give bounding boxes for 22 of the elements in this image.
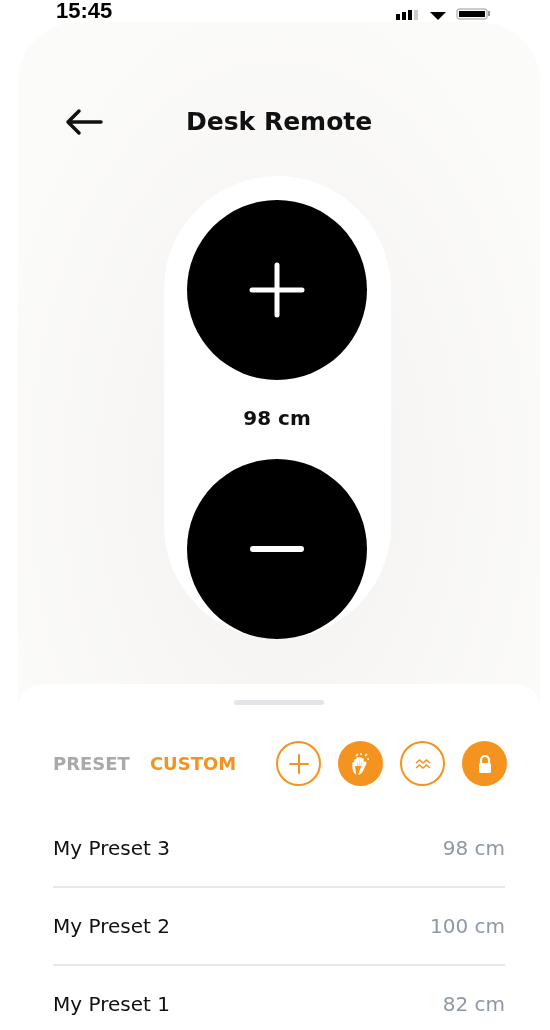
waves-button[interactable] bbox=[400, 741, 445, 786]
preset-height: 82 cm bbox=[442, 992, 505, 1016]
preset-name[interactable]: My Preset 3 bbox=[53, 836, 170, 860]
height-reading: 98 cm bbox=[243, 406, 311, 430]
battery-icon bbox=[456, 8, 490, 20]
back-button[interactable] bbox=[64, 107, 104, 136]
wifi-icon bbox=[430, 12, 446, 20]
status-time: 15:45 bbox=[56, 0, 113, 22]
plus-icon bbox=[287, 752, 310, 775]
lock-button[interactable] bbox=[462, 741, 507, 786]
preset-name[interactable]: My Preset 1 bbox=[53, 992, 170, 1016]
minus-icon bbox=[249, 545, 305, 553]
add-preset-button[interactable] bbox=[276, 741, 321, 786]
back-arrow-icon bbox=[64, 107, 104, 136]
signal-icon bbox=[396, 10, 420, 20]
screen-title: Desk Remote bbox=[186, 107, 373, 136]
preset-name[interactable]: My Preset 2 bbox=[53, 914, 170, 938]
sheet-handle[interactable] bbox=[234, 700, 324, 705]
preset-height: 98 cm bbox=[442, 836, 505, 860]
preset-height: 100 cm bbox=[430, 914, 505, 938]
plus-icon bbox=[249, 262, 305, 318]
hand-button[interactable] bbox=[338, 741, 383, 786]
